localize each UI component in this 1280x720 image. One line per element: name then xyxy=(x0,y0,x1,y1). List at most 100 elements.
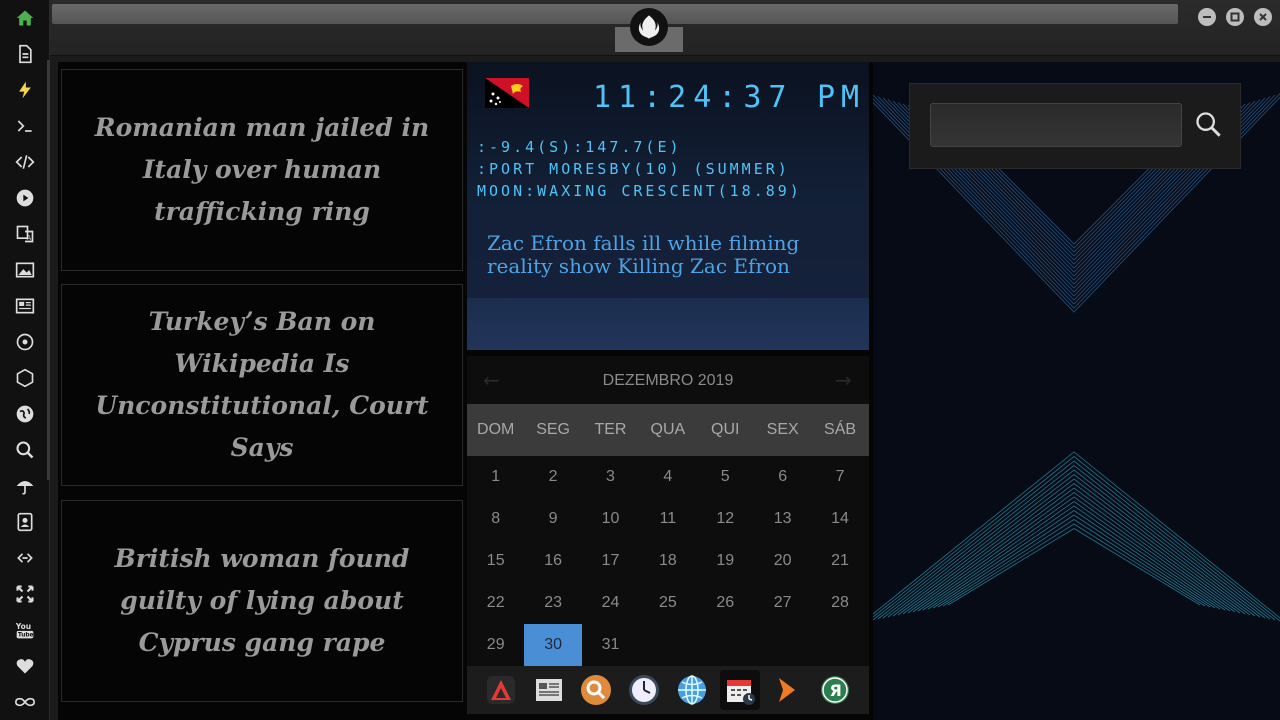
translate-icon[interactable]: A xyxy=(13,222,37,246)
news-headline: Romanian man jailed in Italy over human … xyxy=(94,113,430,226)
clock-coordinates: :-9.4(S):147.7(E) xyxy=(477,138,682,156)
calendar-day[interactable]: 18 xyxy=(639,540,696,582)
home-icon[interactable] xyxy=(13,6,37,30)
svg-text:You: You xyxy=(15,622,31,631)
news-card[interactable]: British woman found guilty of lying abou… xyxy=(61,500,463,702)
rebel-emblem-icon[interactable] xyxy=(630,8,668,46)
calendar-day[interactable]: 23 xyxy=(524,582,581,624)
calendar-day[interactable]: 13 xyxy=(754,498,811,540)
rebel-icon[interactable] xyxy=(13,330,37,354)
calendar-week-row: 29 30 31 xyxy=(467,624,869,666)
calendar-day[interactable]: 6 xyxy=(754,456,811,498)
expand-icon[interactable] xyxy=(13,582,37,606)
newspaper-icon[interactable] xyxy=(529,670,569,710)
lightning-icon[interactable] xyxy=(13,78,37,102)
weekday-label: SEX xyxy=(766,421,799,438)
news-card[interactable]: Romanian man jailed in Italy over human … xyxy=(61,69,463,271)
calendar-day[interactable]: 8 xyxy=(467,498,524,540)
umbrella-icon[interactable] xyxy=(13,474,37,498)
calendar-week-row: 15 16 17 18 19 20 21 xyxy=(467,540,869,582)
calendar-day[interactable]: 10 xyxy=(582,498,639,540)
calendar-day[interactable]: 26 xyxy=(697,582,754,624)
clock-location: :PORT MORESBY(10) (SUMMER) xyxy=(477,160,790,178)
calendar-weekday-row: DOM SEG TER QUA QUI SEX SÁB xyxy=(467,404,869,456)
desktop: A You Tube Romanian man jailed in Italy … xyxy=(0,0,1280,720)
calendar-week-row: 22 23 24 25 26 27 28 xyxy=(467,582,869,624)
calendar-day[interactable]: 19 xyxy=(697,540,754,582)
maximize-button[interactable] xyxy=(1226,8,1244,26)
globe-icon[interactable] xyxy=(13,402,37,426)
svg-text:A: A xyxy=(27,234,32,242)
infinity-icon[interactable] xyxy=(13,690,37,714)
news-icon[interactable] xyxy=(13,294,37,318)
calendar-day xyxy=(811,624,868,666)
sidebar-scrollbar[interactable] xyxy=(47,60,50,480)
next-month-button[interactable]: → xyxy=(835,368,852,392)
calendar-day[interactable]: 5 xyxy=(697,456,754,498)
search-icon[interactable] xyxy=(1190,106,1226,142)
calendar-day xyxy=(639,624,696,666)
calendar-day[interactable]: 15 xyxy=(467,540,524,582)
news-card[interactable]: Turkey’s Ban on Wikipedia Is Unconstitut… xyxy=(61,284,463,486)
calendar-day xyxy=(697,624,754,666)
calendar-day[interactable]: 17 xyxy=(582,540,639,582)
calendar-week-row: 8 9 10 11 12 13 14 xyxy=(467,498,869,540)
app-dock: Я xyxy=(467,666,869,714)
close-button[interactable] xyxy=(1254,8,1272,26)
calendar-day xyxy=(754,624,811,666)
weekday-label: SÁB xyxy=(824,421,857,438)
calendar-day[interactable]: 16 xyxy=(524,540,581,582)
papua-new-guinea-flag-icon xyxy=(485,78,529,108)
calendar-day[interactable]: 12 xyxy=(697,498,754,540)
calendar-day[interactable]: 29 xyxy=(467,624,524,666)
arrow-app-icon[interactable] xyxy=(767,670,807,710)
heart-icon[interactable] xyxy=(13,654,37,678)
calendar-day[interactable]: 22 xyxy=(467,582,524,624)
calendar-header: ← DEZEMBRO 2019 → xyxy=(467,356,869,404)
clock-moon-phase: MOON:WAXING CRESCENT(18.89) xyxy=(477,182,802,200)
terminal-icon[interactable] xyxy=(13,114,37,138)
svg-text:Я: Я xyxy=(830,681,842,700)
svg-text:Tube: Tube xyxy=(18,633,34,639)
calendar-day[interactable]: 1 xyxy=(467,456,524,498)
youtube-icon[interactable]: You Tube xyxy=(13,618,37,642)
calendar-day[interactable]: 31 xyxy=(582,624,639,666)
red-app-icon[interactable] xyxy=(481,670,521,710)
calendar-day[interactable]: 4 xyxy=(639,456,696,498)
weekday-label: TER xyxy=(594,421,627,438)
minimize-button[interactable] xyxy=(1198,8,1216,26)
sidebar: A You Tube xyxy=(0,0,50,720)
code-icon[interactable] xyxy=(13,150,37,174)
calendar-day[interactable]: 25 xyxy=(639,582,696,624)
calendar-day[interactable]: 11 xyxy=(639,498,696,540)
calendar-day[interactable]: 27 xyxy=(754,582,811,624)
calendar-day[interactable]: 21 xyxy=(811,540,868,582)
link-icon[interactable] xyxy=(13,546,37,570)
search-icon[interactable] xyxy=(13,438,37,462)
search-app-icon[interactable] xyxy=(576,670,616,710)
globe-app-icon[interactable] xyxy=(672,670,712,710)
calendar-day[interactable]: 28 xyxy=(811,582,868,624)
image-icon[interactable] xyxy=(13,258,37,282)
clock-app-icon[interactable] xyxy=(624,670,664,710)
empire-icon[interactable] xyxy=(13,366,37,390)
contacts-icon[interactable] xyxy=(13,510,37,534)
calendar-day-selected[interactable]: 30 xyxy=(524,624,582,666)
weekday-label: SEG xyxy=(536,421,570,438)
calendar-day[interactable]: 24 xyxy=(582,582,639,624)
play-icon[interactable] xyxy=(13,186,37,210)
headline-link[interactable]: Zac Efron falls ill while filming realit… xyxy=(487,232,857,278)
calendar-day[interactable]: 3 xyxy=(582,456,639,498)
yandex-app-icon[interactable]: Я xyxy=(815,670,855,710)
calendar-day[interactable]: 7 xyxy=(811,456,868,498)
calendar-app-icon[interactable] xyxy=(719,670,760,710)
search-input[interactable] xyxy=(930,103,1182,147)
calendar-day[interactable]: 2 xyxy=(524,456,581,498)
address-bar[interactable] xyxy=(52,4,1178,24)
calendar-day[interactable]: 14 xyxy=(811,498,868,540)
calendar-day[interactable]: 9 xyxy=(524,498,581,540)
news-headline: Turkey’s Ban on Wikipedia Is Unconstitut… xyxy=(95,307,429,462)
calendar-day-grid: 1 2 3 4 5 6 7 8 9 10 11 12 13 14 15 16 17 18 19 20 21 22 23 24 2… xyxy=(467,456,869,666)
calendar-day[interactable]: 20 xyxy=(754,540,811,582)
document-icon[interactable] xyxy=(13,42,37,66)
